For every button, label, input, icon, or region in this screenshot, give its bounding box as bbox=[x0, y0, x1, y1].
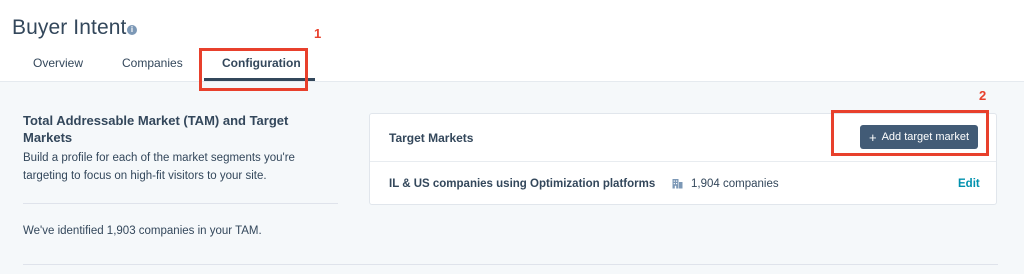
annotation-number-2: 2 bbox=[979, 88, 987, 103]
card-divider bbox=[370, 161, 996, 162]
section-divider bbox=[23, 203, 338, 204]
page-header: Buyer Intent i Overview Companies Config… bbox=[0, 0, 1024, 81]
tam-company-count-note: We've identified 1,903 companies in your… bbox=[23, 225, 262, 237]
tab-companies[interactable]: Companies bbox=[122, 56, 183, 70]
page-title: Buyer Intent bbox=[12, 16, 127, 39]
tab-overview[interactable]: Overview bbox=[33, 56, 83, 70]
annotation-number-1: 1 bbox=[314, 26, 322, 41]
section-divider-bottom bbox=[23, 264, 998, 265]
target-markets-title: Target Markets bbox=[389, 131, 474, 145]
target-market-company-count: 1,904 companies bbox=[691, 178, 779, 190]
edit-target-market-link[interactable]: Edit bbox=[958, 178, 980, 190]
annotation-box-2 bbox=[831, 110, 989, 156]
building-icon bbox=[672, 179, 683, 189]
info-circle-icon[interactable]: i bbox=[127, 25, 137, 35]
tam-section-title: Total Addressable Market (TAM) and Targe… bbox=[23, 113, 289, 145]
annotation-box-1 bbox=[199, 48, 308, 91]
tam-section-description: Build a profile for each of the market s… bbox=[23, 152, 295, 182]
target-market-name: IL & US companies using Optimization pla… bbox=[389, 178, 656, 190]
